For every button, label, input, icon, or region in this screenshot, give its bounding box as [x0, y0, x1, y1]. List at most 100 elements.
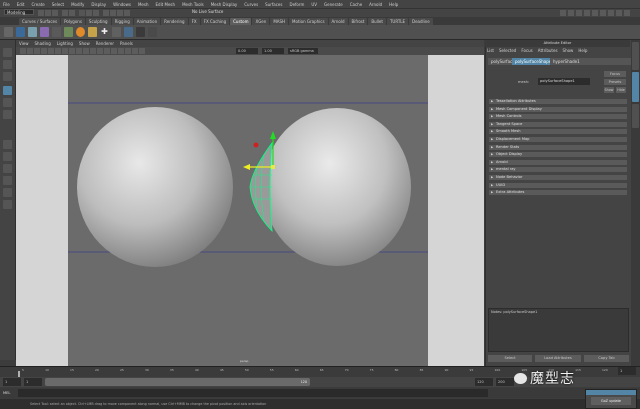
shelf-tab-xgen[interactable]: XGen: [252, 17, 270, 25]
snap-grid-icon[interactable]: [103, 9, 109, 16]
range-end-field[interactable]: 120: [475, 378, 493, 386]
toggle-tool-settings-icon[interactable]: [616, 9, 622, 16]
notes-area[interactable]: Notes: polySurfaceShape1: [488, 308, 629, 352]
persp-outliner-layout-icon[interactable]: [3, 164, 12, 173]
resolution-gate-icon[interactable]: [62, 48, 68, 54]
shelf-script-icon[interactable]: [52, 27, 61, 37]
camera-attributes-icon[interactable]: [27, 48, 33, 54]
ae-menu-help[interactable]: Help: [578, 48, 587, 53]
shelf-sphere-icon[interactable]: [28, 27, 37, 37]
shelf-tab-curves-surfaces[interactable]: Curves / Surfaces: [19, 17, 61, 25]
xray-icon[interactable]: [132, 48, 138, 54]
select-component-icon[interactable]: [93, 9, 99, 16]
grid-toggle-icon[interactable]: [48, 48, 54, 54]
focus-button[interactable]: Focus: [604, 71, 626, 77]
shelf-tab-polygons[interactable]: Polygons: [61, 17, 85, 25]
shelf-tab-bifrost[interactable]: Bifrost: [348, 17, 368, 25]
viewport-persp[interactable]: [16, 55, 484, 366]
ae-section-mesh-controls[interactable]: Mesh Controls: [489, 114, 627, 120]
persp-graph-layout-icon[interactable]: [3, 176, 12, 185]
save-scene-icon[interactable]: [52, 9, 58, 16]
gamma-field[interactable]: 1.00: [262, 48, 284, 54]
shelf-tab-sculpting[interactable]: Sculpting: [85, 17, 111, 25]
render-settings-icon[interactable]: [584, 9, 590, 16]
menu-mesh[interactable]: Mesh: [138, 2, 149, 7]
viewport-menu-renderer[interactable]: Renderer: [96, 41, 114, 46]
ae-section-tessellation-attributes[interactable]: Tessellation Attributes: [489, 99, 627, 104]
shelf-tab-animation[interactable]: Animation: [133, 17, 161, 25]
shelf-tab-bullet[interactable]: Bullet: [368, 17, 386, 25]
ae-section-tangent-space[interactable]: Tangent Space: [489, 121, 627, 127]
scale-tool-icon[interactable]: [3, 110, 12, 119]
viewport-menu-panels[interactable]: Panels: [120, 41, 133, 46]
toggle-attribute-editor-icon[interactable]: [608, 9, 614, 16]
ae-section-uuid[interactable]: UUID: [489, 182, 627, 188]
film-gate-icon[interactable]: [55, 48, 61, 54]
shelf-tab-custom[interactable]: Custom: [230, 17, 252, 25]
shelf-tab-turtle[interactable]: TURTLE: [386, 17, 409, 25]
shelf-tab-mash[interactable]: MASH: [270, 17, 289, 25]
viewport-menu-show[interactable]: Show: [79, 41, 90, 46]
wireframe-icon[interactable]: [90, 48, 96, 54]
bookmark-icon[interactable]: [34, 48, 40, 54]
menu-deform[interactable]: Deform: [289, 2, 304, 7]
move-tool-icon[interactable]: [3, 86, 12, 95]
menu-arnold[interactable]: Arnold: [369, 2, 382, 7]
menu-display[interactable]: Display: [91, 2, 106, 7]
field-chart-icon[interactable]: [76, 48, 82, 54]
menu-file[interactable]: File: [3, 2, 10, 7]
undo-icon[interactable]: [62, 9, 68, 16]
ae-menu-show[interactable]: Show: [563, 48, 574, 53]
shelf-tab-fx-caching[interactable]: FX Caching: [200, 17, 230, 25]
menu-windows[interactable]: Windows: [113, 2, 131, 7]
end-time-field[interactable]: 200: [496, 378, 514, 386]
snap-view-icon[interactable]: [124, 9, 130, 16]
menu-mesh-display[interactable]: Mesh Display: [211, 2, 238, 7]
menu-cache[interactable]: Cache: [350, 2, 362, 7]
render-icon[interactable]: [568, 9, 574, 16]
menu-modify[interactable]: Modify: [71, 2, 84, 7]
node-name-field[interactable]: polySurfaceShape1: [538, 78, 590, 85]
ae-section-displacement-map[interactable]: Displacement Map: [489, 137, 627, 142]
menu-edit[interactable]: Edit: [17, 2, 25, 7]
viewport-menu-shading[interactable]: Shading: [35, 41, 51, 46]
ae-section-render-stats[interactable]: Render Stats: [489, 144, 627, 150]
smooth-shade-icon[interactable]: [97, 48, 103, 54]
shelf-cube-icon[interactable]: [40, 27, 49, 37]
shelf-tab-motion-graphics[interactable]: Motion Graphics: [289, 17, 328, 25]
single-view-layout-icon[interactable]: [3, 140, 12, 149]
menu-curves[interactable]: Curves: [244, 2, 258, 7]
safe-action-icon[interactable]: [83, 48, 89, 54]
shelf-cross-icon[interactable]: ✚: [100, 27, 109, 37]
range-start-field[interactable]: 1: [24, 378, 42, 386]
shelf-lattice-icon[interactable]: [64, 27, 73, 37]
goz-update-button[interactable]: GoZ update: [591, 397, 631, 405]
load-attributes-button[interactable]: Load Attributes: [535, 355, 581, 362]
mel-label[interactable]: MEL: [3, 389, 10, 397]
open-scene-icon[interactable]: [45, 9, 51, 16]
shelf-spiral-icon[interactable]: [88, 27, 97, 37]
shelf-extra-icon[interactable]: [148, 27, 157, 37]
shelf-tab-rendering[interactable]: Rendering: [161, 17, 188, 25]
viewport-menu-view[interactable]: View: [19, 41, 29, 46]
menu-generate[interactable]: Generate: [324, 2, 343, 7]
paint-select-tool-icon[interactable]: [3, 72, 12, 81]
menu-uv[interactable]: UV: [311, 2, 317, 7]
camera-select-icon[interactable]: [20, 48, 26, 54]
ae-menu-focus[interactable]: Focus: [521, 48, 532, 53]
shelf-tab-deadline[interactable]: Deadline: [409, 17, 433, 25]
ae-section-arnold[interactable]: Arnold: [489, 159, 627, 165]
shelf-tool-icon[interactable]: [136, 27, 145, 37]
show-button[interactable]: Show: [604, 87, 614, 93]
shelf-goz-icon[interactable]: [124, 27, 133, 37]
workspace-selector[interactable]: Modeling: [4, 9, 34, 15]
hypershade-icon[interactable]: [592, 9, 598, 16]
menu-surfaces[interactable]: Surfaces: [265, 2, 282, 7]
command-input[interactable]: [18, 389, 488, 397]
ae-section-mesh-component-display[interactable]: Mesh Component Display: [489, 106, 627, 112]
viewport-menu-lighting[interactable]: Lighting: [57, 41, 73, 46]
select-object-icon[interactable]: [86, 9, 92, 16]
toggle-channel-box-icon[interactable]: [624, 9, 630, 16]
start-time-field[interactable]: 1: [3, 378, 21, 386]
ae-section-smooth-mesh[interactable]: Smooth Mesh: [489, 129, 627, 135]
